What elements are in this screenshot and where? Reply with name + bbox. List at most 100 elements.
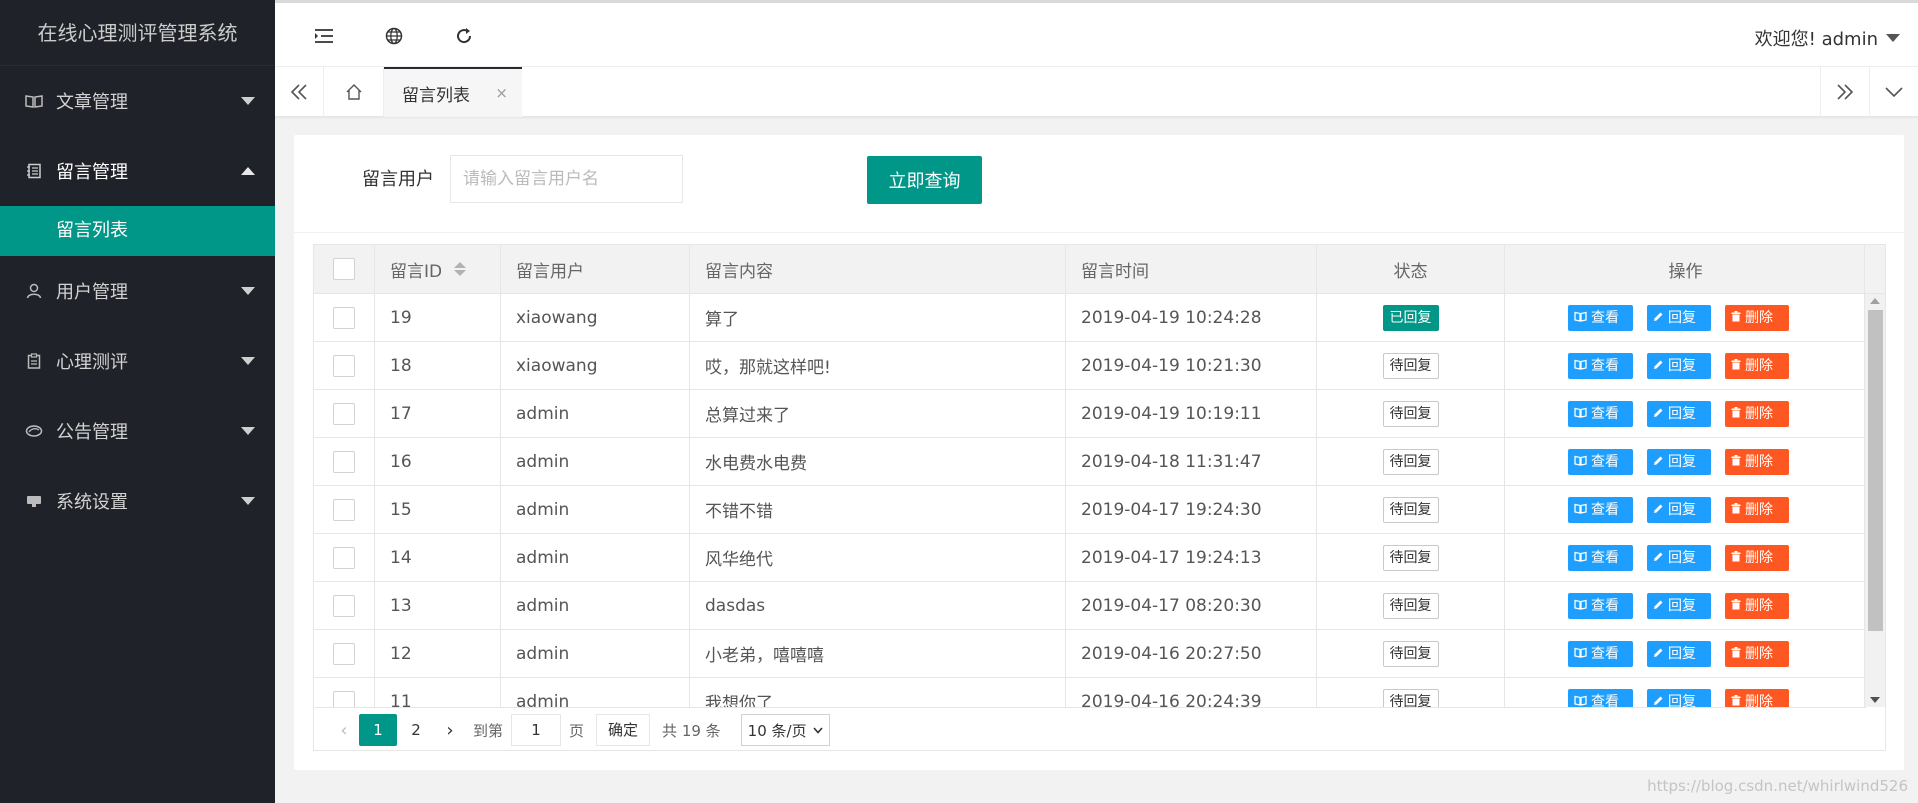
row-checkbox[interactable] [333, 594, 355, 617]
divider [294, 232, 1904, 233]
tabs-scroll-right-icon[interactable] [1820, 67, 1870, 117]
reply-label: 回复 [1668, 549, 1696, 566]
delete-button[interactable]: 删除 [1725, 352, 1789, 379]
table-row: 17 admin 总算过来了 2019-04-19 10:19:11 待回复 查看 回复 删除 [314, 390, 1866, 438]
chevron-down-icon [241, 497, 255, 505]
chevron-down-icon[interactable] [1870, 67, 1918, 117]
reply-button[interactable]: 回复 [1647, 496, 1711, 523]
sidebar-item-articles[interactable]: 文章管理 [0, 66, 275, 136]
table-row: 19 xiaowang 算了 2019-04-19 10:24:28 已回复 查看 回复 删除 [314, 294, 1866, 342]
vertical-scrollbar[interactable] [1864, 294, 1885, 707]
refresh-icon[interactable] [451, 23, 477, 49]
view-button[interactable]: 查看 [1568, 496, 1633, 523]
chevron-down-icon[interactable] [1886, 34, 1900, 42]
row-checkbox[interactable] [333, 690, 355, 707]
row-select-cell [314, 630, 375, 677]
row-checkbox[interactable] [333, 402, 355, 425]
col-header-content: 留言内容 [690, 245, 1066, 293]
cell-user: admin [501, 678, 690, 707]
cell-time: 2019-04-17 19:24:30 [1066, 486, 1317, 533]
page-jump-input[interactable] [511, 714, 562, 746]
reply-button[interactable]: 回复 [1647, 592, 1711, 619]
tab-message-list[interactable]: 留言列表 × [384, 67, 522, 117]
chevron-down-icon [241, 357, 255, 365]
trash-icon [1731, 545, 1741, 571]
reply-button[interactable]: 回复 [1647, 640, 1711, 667]
row-checkbox[interactable] [333, 642, 355, 665]
book-icon [1574, 689, 1587, 708]
view-button[interactable]: 查看 [1568, 448, 1633, 475]
reply-button[interactable]: 回复 [1647, 448, 1711, 475]
scroll-up-icon[interactable] [1870, 298, 1880, 304]
pencil-icon [1653, 545, 1664, 571]
view-button[interactable]: 查看 [1568, 400, 1633, 427]
user-menu[interactable]: 欢迎您! admin [1755, 25, 1878, 51]
reply-button[interactable]: 回复 [1647, 304, 1711, 331]
page-2[interactable]: 2 [397, 714, 435, 746]
view-button[interactable]: 查看 [1568, 592, 1633, 619]
sidebar-item-users[interactable]: 用户管理 [0, 256, 275, 326]
page-size-select[interactable]: 10 条/页 [740, 714, 830, 746]
delete-button[interactable]: 删除 [1725, 496, 1789, 523]
scrollbar-thumb[interactable] [1868, 310, 1883, 631]
pencil-icon [1653, 353, 1664, 379]
cell-id: 13 [375, 582, 501, 629]
delete-button[interactable]: 删除 [1725, 400, 1789, 427]
home-icon[interactable] [324, 67, 384, 117]
view-label: 查看 [1591, 405, 1619, 422]
book-icon [1574, 593, 1587, 619]
scroll-down-icon[interactable] [1870, 697, 1880, 703]
tabs-scroll-left-icon[interactable] [275, 67, 324, 117]
delete-button[interactable]: 删除 [1725, 448, 1789, 475]
cell-actions: 查看 回复 删除 [1505, 390, 1866, 437]
sidebar-item-settings[interactable]: 系统设置 [0, 466, 275, 536]
delete-button[interactable]: 删除 [1725, 640, 1789, 667]
close-icon[interactable]: × [495, 84, 508, 102]
row-checkbox[interactable] [333, 354, 355, 377]
view-label: 查看 [1591, 693, 1619, 708]
sidebar-item-assessment[interactable]: 心理测评 [0, 326, 275, 396]
view-button[interactable]: 查看 [1568, 352, 1633, 379]
page-1[interactable]: 1 [359, 714, 397, 746]
row-checkbox[interactable] [333, 498, 355, 521]
view-button[interactable]: 查看 [1568, 544, 1633, 571]
goto-label: 到第 [473, 721, 504, 740]
row-checkbox[interactable] [333, 450, 355, 473]
cell-content: 不错不错 [690, 486, 1066, 533]
cell-user: xiaowang [501, 342, 690, 389]
delete-button[interactable]: 删除 [1725, 544, 1789, 571]
reply-button[interactable]: 回复 [1647, 352, 1711, 379]
reply-button[interactable]: 回复 [1647, 400, 1711, 427]
reply-button[interactable]: 回复 [1647, 688, 1711, 707]
cell-actions: 查看 回复 删除 [1505, 582, 1866, 629]
page-jump-button[interactable]: 确定 [596, 714, 651, 746]
col-header-actions: 操作 [1668, 261, 1703, 282]
sidebar-item-announcements[interactable]: 公告管理 [0, 396, 275, 466]
search-button[interactable]: 立即查询 [867, 156, 982, 204]
delete-button[interactable]: 删除 [1725, 688, 1789, 707]
reply-button[interactable]: 回复 [1647, 544, 1711, 571]
prev-page-icon[interactable]: ‹ [329, 720, 359, 741]
cell-user: admin [501, 438, 690, 485]
view-button[interactable]: 查看 [1568, 688, 1633, 708]
row-checkbox[interactable] [333, 306, 355, 329]
sidebar-item-message-list[interactable]: 留言列表 [0, 206, 275, 256]
chevron-down-icon [241, 287, 255, 295]
row-select-cell [314, 438, 375, 485]
search-input[interactable] [450, 155, 683, 203]
reply-label: 回复 [1668, 597, 1696, 614]
view-button[interactable]: 查看 [1568, 304, 1633, 331]
col-header-id[interactable]: 留言ID [375, 245, 501, 293]
sidebar-item-messages[interactable]: 留言管理 [0, 136, 275, 206]
menu-collapse-icon[interactable] [311, 23, 337, 49]
row-checkbox[interactable] [333, 546, 355, 569]
view-button[interactable]: 查看 [1568, 640, 1633, 667]
delete-button[interactable]: 删除 [1725, 592, 1789, 619]
delete-button[interactable]: 删除 [1725, 304, 1789, 331]
cell-time: 2019-04-16 20:27:50 [1066, 630, 1317, 677]
globe-icon[interactable] [381, 23, 407, 49]
sort-icon[interactable] [454, 262, 467, 276]
next-page-icon[interactable]: › [435, 720, 465, 741]
reply-label: 回复 [1668, 501, 1696, 518]
select-all-checkbox[interactable] [333, 258, 355, 280]
